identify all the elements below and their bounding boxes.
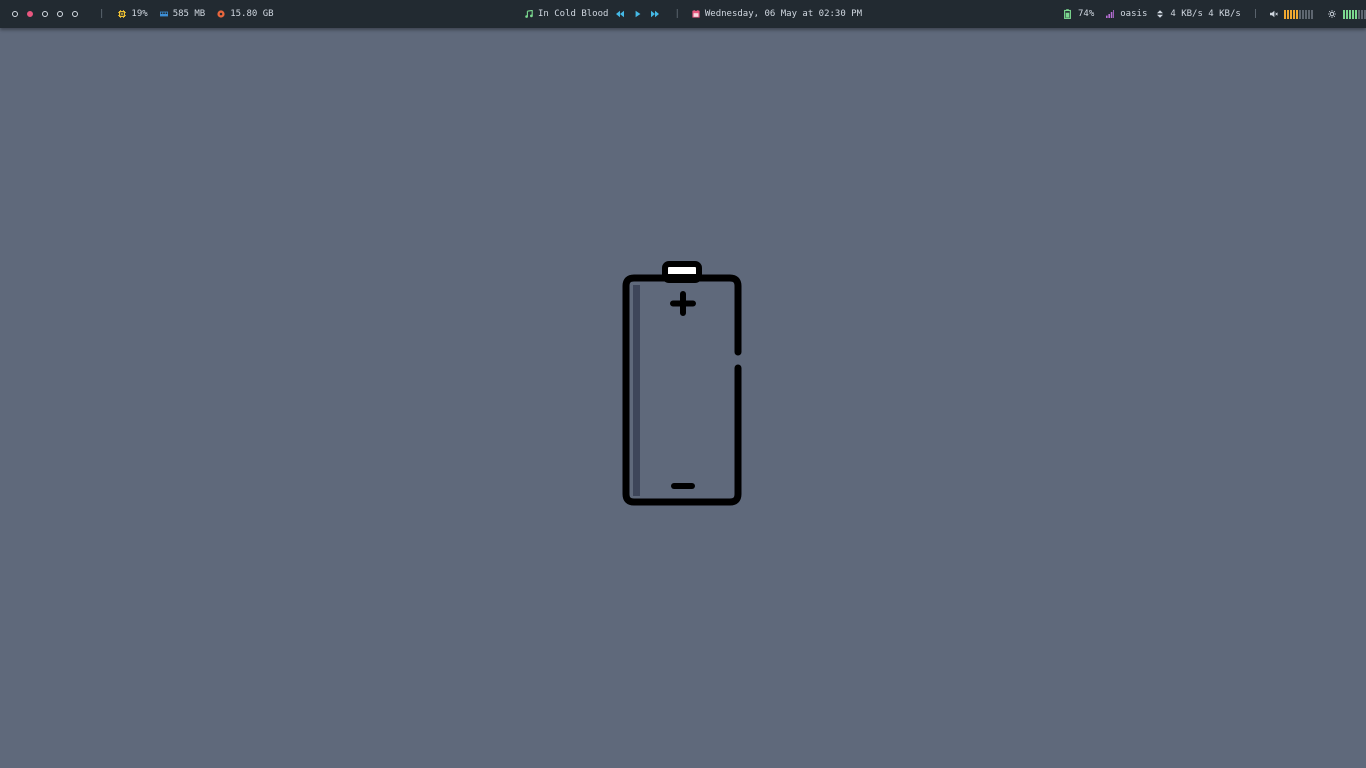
cpu-chip-icon	[118, 10, 127, 18]
network-ssid: oasis	[1120, 9, 1148, 19]
workspace-indicator-4[interactable]	[57, 11, 63, 17]
brightness-segment	[1358, 9, 1361, 19]
volume-segment	[1284, 9, 1287, 19]
brightness-segment	[1361, 9, 1364, 19]
disk-icon	[217, 10, 225, 18]
volume-segment	[1287, 9, 1290, 19]
speaker-icon[interactable]	[1270, 10, 1279, 18]
top-status-bar: | 19% 585 MB 15.80 GB In Cold Blood | We…	[0, 0, 1366, 28]
separator: |	[674, 9, 680, 19]
volume-segment	[1305, 9, 1308, 19]
now-playing-title: In Cold Blood	[538, 9, 609, 19]
separator: |	[99, 9, 105, 19]
disk-usage: 15.80 GB	[230, 9, 274, 19]
brightness-icon[interactable]	[1328, 10, 1337, 18]
battery-icon	[1064, 9, 1071, 19]
center-modules: In Cold Blood | Wednesday, 06 May at 02:…	[525, 0, 862, 28]
memory-usage: 585 MB	[172, 9, 206, 19]
volume-level-bars[interactable]	[1284, 9, 1314, 19]
calendar-icon	[692, 10, 700, 18]
workspace-indicator-2[interactable]	[27, 11, 33, 17]
volume-segment	[1290, 9, 1293, 19]
volume-segment	[1293, 9, 1296, 19]
brightness-segment	[1346, 9, 1349, 19]
up-down-arrows-icon	[1157, 10, 1164, 18]
battery-wallpaper-icon	[622, 261, 742, 506]
workspace-indicator-5[interactable]	[72, 11, 78, 17]
play-icon[interactable]	[634, 10, 642, 18]
brightness-segment	[1352, 9, 1355, 19]
left-modules: | 19% 585 MB 15.80 GB	[12, 0, 286, 28]
workspace-indicator-3[interactable]	[42, 11, 48, 17]
volume-segment	[1311, 9, 1314, 19]
music-note-icon	[525, 10, 533, 18]
battery-level: 74%	[1078, 9, 1095, 19]
previous-track-icon[interactable]	[615, 10, 625, 18]
network-rates: 4 KB/s 4 KB/s	[1170, 9, 1241, 19]
memory-icon	[159, 11, 168, 17]
volume-segment	[1296, 9, 1299, 19]
right-modules: 74% oasis 4 KB/s 4 KB/s |	[1064, 0, 1366, 28]
date-time: Wednesday, 06 May at 02:30 PM	[704, 9, 863, 19]
workspace-indicator-1[interactable]	[12, 11, 18, 17]
volume-segment	[1302, 9, 1305, 19]
brightness-segment	[1343, 9, 1346, 19]
brightness-level-bars[interactable]	[1343, 9, 1366, 19]
cpu-usage: 19%	[131, 9, 148, 19]
wifi-signal-icon	[1106, 10, 1115, 18]
brightness-segment	[1355, 9, 1358, 19]
brightness-segment	[1349, 9, 1352, 19]
next-track-icon[interactable]	[650, 10, 660, 18]
volume-segment	[1299, 9, 1302, 19]
separator: |	[1252, 9, 1259, 19]
workspace-switcher	[12, 11, 87, 17]
volume-segment	[1308, 9, 1311, 19]
